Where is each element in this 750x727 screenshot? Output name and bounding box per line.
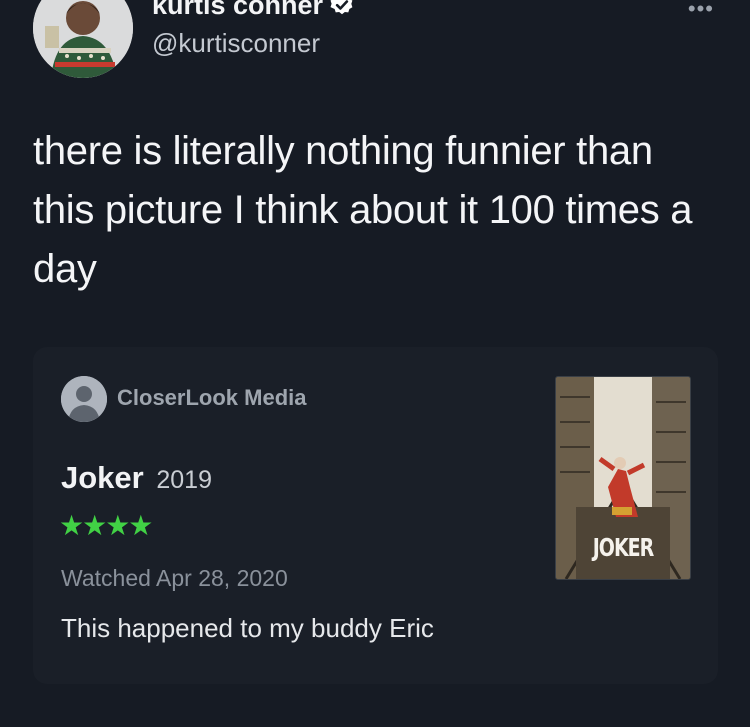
review-text: This happened to my buddy Eric — [61, 613, 434, 643]
display-name[interactable]: kurtis conner — [152, 0, 355, 20]
more-options-icon[interactable]: ••• — [688, 0, 714, 20]
user-handle[interactable]: @kurtisconner — [152, 27, 320, 59]
movie-year: 2019 — [156, 466, 212, 494]
movie-poster[interactable]: JOKER — [555, 376, 691, 580]
movie-title-text: Joker — [61, 460, 144, 495]
movie-title[interactable]: Joker 2019 — [61, 460, 212, 496]
source-name[interactable]: CloserLook Media — [117, 385, 306, 411]
review-card[interactable]: CloserLook Media Joker 2019 ★★★★ Watched… — [33, 347, 718, 684]
star-rating: ★★★★ — [59, 510, 153, 541]
source-avatar-icon — [61, 376, 107, 422]
verified-badge-icon — [330, 0, 353, 15]
display-name-text: kurtis conner — [152, 0, 324, 20]
poster-title: JOKER — [592, 533, 655, 563]
tweet-text: there is literally nothing funnier than … — [33, 129, 693, 291]
profile-avatar[interactable] — [33, 0, 133, 78]
avatar-image — [33, 0, 133, 78]
watched-date: Watched Apr 28, 2020 — [61, 565, 288, 591]
